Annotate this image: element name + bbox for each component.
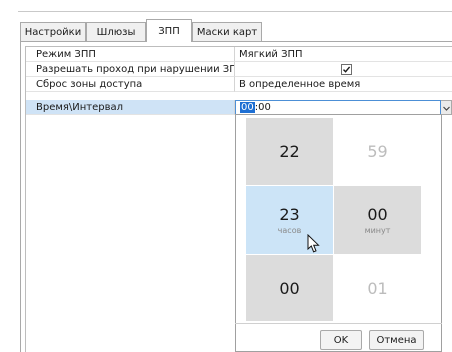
tabs-baseline bbox=[20, 41, 452, 42]
allow-pass-checkbox[interactable] bbox=[341, 64, 352, 75]
hours-segment[interactable]: 00 bbox=[240, 102, 255, 113]
tab-settings[interactable]: Настройки bbox=[20, 22, 86, 41]
dropdown-button[interactable] bbox=[441, 100, 452, 115]
checkmark-icon bbox=[343, 66, 351, 73]
cancel-button[interactable]: Отмена bbox=[369, 330, 424, 350]
tab-zpp[interactable]: ЗПП bbox=[146, 19, 192, 42]
hour-prev-cell[interactable]: 22 bbox=[246, 118, 333, 185]
minute-prev-value: 59 bbox=[367, 142, 388, 161]
tab-label: ЗПП bbox=[158, 25, 180, 37]
tab-label: Шлюзы bbox=[96, 26, 136, 38]
time-input[interactable]: 00:00 bbox=[235, 100, 441, 115]
property-name: Время\Интервал bbox=[26, 100, 235, 115]
hour-prev-value: 22 bbox=[279, 142, 300, 161]
minute-selected-value: 00 bbox=[367, 205, 388, 224]
property-name: Сброс зоны доступа bbox=[26, 77, 235, 92]
picker-divider bbox=[235, 323, 442, 324]
hour-selected-value: 23 bbox=[279, 205, 300, 224]
tab-label: Настройки bbox=[24, 26, 82, 38]
property-value[interactable]: В определенное время bbox=[235, 77, 452, 92]
property-value[interactable]: Мягкий ЗПП bbox=[235, 47, 452, 62]
cancel-button-label: Отмена bbox=[376, 334, 417, 346]
ok-button[interactable]: OK bbox=[320, 330, 362, 350]
minutes-segment[interactable]: :00 bbox=[255, 102, 271, 113]
property-name: Режим ЗПП bbox=[26, 47, 235, 62]
minute-selected-cell[interactable]: 00 минут bbox=[334, 186, 421, 254]
property-row-zpp-mode[interactable]: Режим ЗПП Мягкий ЗПП bbox=[26, 47, 452, 62]
tab-label: Маски карт bbox=[196, 26, 258, 38]
property-value[interactable] bbox=[235, 62, 452, 77]
hour-unit-label: часов bbox=[277, 226, 302, 235]
window-top-strip bbox=[0, 0, 452, 14]
mouse-pointer-icon bbox=[307, 233, 321, 254]
property-row-allow-pass[interactable]: Разрешать проход при нарушении ЗПП bbox=[26, 62, 452, 77]
property-name: Разрешать проход при нарушении ЗПП bbox=[26, 62, 235, 77]
hour-next-cell[interactable]: 00 bbox=[246, 255, 333, 321]
tab-card-masks[interactable]: Маски карт bbox=[192, 22, 262, 41]
minute-next-cell[interactable]: 01 bbox=[334, 255, 421, 321]
minute-next-value: 01 bbox=[367, 278, 388, 298]
minute-unit-label: минут bbox=[364, 226, 391, 235]
chevron-down-icon bbox=[443, 106, 450, 111]
tab-gateways[interactable]: Шлюзы bbox=[86, 22, 146, 41]
minute-prev-cell[interactable]: 59 bbox=[334, 118, 421, 185]
hour-next-value: 00 bbox=[279, 278, 300, 298]
property-row-reset-zone[interactable]: Сброс зоны доступа В определенное время bbox=[26, 77, 452, 92]
ok-button-label: OK bbox=[333, 334, 349, 346]
top-divider bbox=[18, 11, 452, 12]
